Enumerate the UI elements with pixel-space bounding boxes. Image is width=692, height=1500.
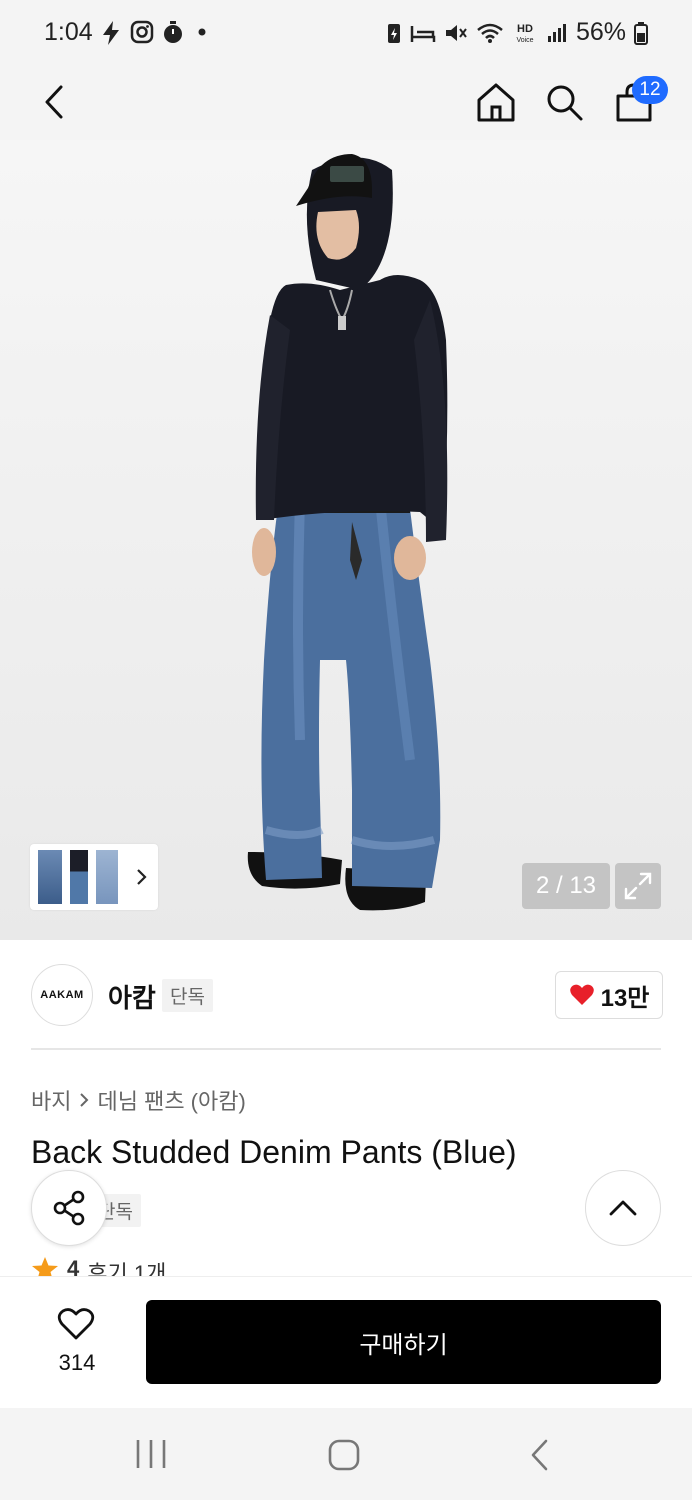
brand-like-button[interactable]: 13만	[555, 971, 663, 1019]
exclusive-tag: 단독	[162, 979, 213, 1012]
heart-outline-icon	[57, 1308, 95, 1340]
status-bar: 1:04 HD Voice 56%	[0, 0, 692, 68]
share-icon	[53, 1190, 85, 1226]
product-image-gallery[interactable]	[0, 140, 692, 940]
signal-icon	[547, 23, 566, 42]
battery-percent: 56%	[575, 18, 626, 46]
scroll-to-top-button[interactable]	[585, 1170, 661, 1246]
wifi-icon	[477, 23, 503, 43]
status-system-icons: HD Voice 56%	[386, 18, 648, 47]
wishlist-count: 314	[58, 1350, 96, 1375]
chevron-up-icon	[609, 1200, 637, 1216]
top-nav	[0, 68, 692, 140]
recent-apps-icon[interactable]	[134, 1438, 168, 1470]
share-button[interactable]	[31, 1170, 107, 1246]
home-button[interactable]	[474, 80, 518, 124]
product-photo	[247, 154, 448, 911]
buy-button[interactable]: 구매하기	[146, 1300, 661, 1384]
dot-icon	[198, 28, 206, 36]
hd-voice-icon: HD Voice	[516, 23, 533, 44]
home-icon	[477, 83, 515, 122]
thumbnail-1[interactable]	[38, 850, 62, 904]
mute-icon	[445, 24, 467, 41]
flash-icon	[103, 21, 119, 45]
thumbnail-strip[interactable]	[30, 844, 158, 910]
breadcrumb-subcategory[interactable]: 데님 팬츠 (아캄)	[97, 1084, 245, 1116]
back-nav-icon[interactable]	[528, 1438, 550, 1472]
thumbnail-3[interactable]	[96, 850, 118, 904]
rating-value: 4	[67, 1256, 80, 1276]
divider	[31, 1048, 661, 1050]
brand-like-count: 13만	[600, 984, 650, 1012]
expand-button[interactable]	[615, 863, 661, 909]
hd-label: HD	[517, 23, 533, 35]
back-button[interactable]	[34, 82, 74, 122]
timer-icon	[164, 21, 182, 43]
battery-saver-icon	[387, 23, 400, 43]
rating-row[interactable]: 4 후기 1개	[31, 1256, 166, 1276]
search-icon	[547, 85, 583, 121]
heart-filled-icon	[569, 984, 594, 1005]
status-time: 1:04	[44, 18, 93, 46]
product-title: Back Studded Denim Pants (Blue)	[31, 1134, 517, 1170]
home-nav-icon[interactable]	[327, 1438, 361, 1472]
breadcrumb-category[interactable]: 바지	[31, 1084, 71, 1116]
system-nav-bar	[0, 1408, 692, 1500]
thumbnail-2[interactable]	[70, 850, 88, 904]
voice-label: Voice	[516, 37, 533, 44]
chevron-right-icon[interactable]	[134, 868, 148, 886]
battery-icon	[634, 21, 648, 45]
instagram-icon	[130, 20, 154, 44]
expand-icon	[624, 872, 652, 900]
image-counter: 2 / 13	[522, 863, 610, 909]
chevron-right-icon	[80, 1093, 89, 1107]
search-button[interactable]	[542, 80, 586, 124]
cart-count-badge: 12	[632, 76, 668, 104]
back-arrow-icon	[45, 85, 63, 119]
brand-logo[interactable]: AAKAM	[31, 964, 93, 1026]
review-count: 후기 1개	[87, 1261, 167, 1276]
breadcrumb: 바지 데님 팬츠 (아캄)	[31, 1084, 246, 1116]
sleep-mode-icon	[410, 25, 436, 42]
star-icon	[32, 1257, 58, 1276]
wishlist-button[interactable]	[56, 1304, 96, 1344]
brand-name[interactable]: 아캄	[108, 978, 156, 1015]
status-notification-icons	[100, 20, 212, 46]
